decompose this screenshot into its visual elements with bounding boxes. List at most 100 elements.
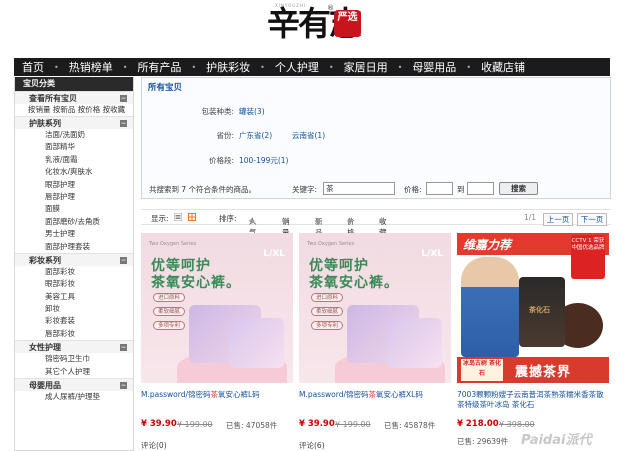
sidebar-item[interactable]: 其它个人护理 — [15, 366, 133, 378]
image-pill: 进口原料 — [153, 293, 186, 302]
collapse-icon[interactable]: − — [120, 382, 127, 390]
sidebar-cat-baby[interactable]: 母婴用品 − — [15, 378, 133, 392]
price-max-input[interactable] — [467, 182, 494, 195]
keyword-label: 关键字: — [292, 185, 318, 194]
watermark: Paidai派代 — [521, 433, 592, 448]
sidebar-cat-skincare[interactable]: 护肤系列 − — [15, 116, 133, 129]
filter-option[interactable]: 广东省(2) — [239, 130, 272, 141]
sidebar-item[interactable]: 眼部彩妆 — [15, 278, 133, 290]
product-price: ¥ 39.90 — [141, 419, 177, 429]
image-slogan: 震撼茶界 — [515, 365, 572, 380]
product-image[interactable]: Two Oxygen Series L/XL 优等呵护 茶氧安心裤。 进口原料 … — [141, 233, 293, 383]
nav-household[interactable]: 家居日用 — [344, 59, 388, 75]
product-card[interactable]: 维嘉力荐 CCTV 1 荣获中国优选品牌 茶化石 冰岛古树 茶化石 震撼茶界 7… — [457, 233, 609, 451]
sidebar-item[interactable]: 锦密码卫生巾 — [15, 353, 133, 365]
product-comments[interactable]: 评论(6) — [299, 440, 325, 451]
sidebar-item[interactable]: 成人尿裤/护理垫 — [15, 391, 133, 403]
cat-label[interactable]: 彩妆系列 — [29, 256, 61, 265]
collapse-icon[interactable]: − — [120, 256, 127, 264]
sidebar-cat-makeup[interactable]: 彩妆系列 − — [15, 252, 133, 266]
product-card[interactable]: Two Oxygen Series L/XL 优等呵护 茶氧安心裤。 进口原料 … — [299, 233, 451, 451]
sidebar-cat-feminine[interactable]: 女性护理 − — [15, 340, 133, 354]
cat-label[interactable]: 女性护理 — [29, 343, 61, 352]
header: XINYOUZHI 辛有志 ® 严选 — [0, 0, 625, 58]
toggle-icon[interactable]: − — [120, 95, 127, 102]
search-button[interactable]: 搜索 — [499, 182, 538, 195]
filter-row-province: 省份: 广东省(2) 云南省(1) — [142, 130, 610, 142]
cat-label[interactable]: 护肤系列 — [29, 119, 61, 128]
display-label: 显示: — [151, 214, 169, 223]
filter-option[interactable]: 罐装(3) — [239, 106, 265, 117]
product-image[interactable]: 维嘉力荐 CCTV 1 荣获中国优选品牌 茶化石 冰岛古树 茶化石 震撼茶界 — [457, 233, 609, 383]
cctv-badge: CCTV 1 荣获中国优选品牌 — [571, 235, 605, 279]
sidebar-view-all[interactable]: 查看所有宝贝 − — [15, 91, 133, 104]
sort-links[interactable]: 按销量 按新品 按价格 按收藏 — [15, 104, 133, 116]
next-page-button[interactable]: 下一页 — [577, 213, 607, 226]
product-comments[interactable]: 评论(0) — [141, 440, 167, 451]
sort-label: 排序: — [219, 214, 237, 223]
list-view-icon[interactable] — [174, 213, 182, 222]
image-pill: 多项专利 — [153, 321, 186, 330]
view-all-link[interactable]: 查看所有宝贝 — [29, 94, 77, 103]
image-size: L/XL — [263, 249, 285, 259]
grid-view-icon[interactable] — [188, 213, 196, 222]
nav-favorite-shop[interactable]: 收藏店铺 — [481, 59, 525, 75]
search-bar: 共搜索到 7 个符合条件的商品。 关键字: 茶 价格: 到 搜索 — [142, 179, 610, 199]
product-card[interactable]: Two Oxygen Series L/XL 优等呵护 茶氧安心裤。 进口原料 … — [141, 233, 293, 451]
filter-label: 省份: — [216, 131, 234, 140]
image-headline: 茶氧安心裤。 — [151, 275, 241, 291]
sidebar-title: 宝贝分类 — [15, 77, 133, 91]
collapse-icon[interactable]: − — [120, 344, 127, 352]
sidebar-item[interactable]: 唇部护理 — [15, 191, 133, 203]
image-size: L/XL — [421, 249, 443, 259]
sidebar-item[interactable]: 洁面/洗面奶 — [15, 129, 133, 141]
filter-title: 所有宝贝 — [148, 83, 183, 93]
sidebar-item[interactable]: 化妆水/爽肤水 — [15, 166, 133, 178]
filter-label: 包装种类: — [201, 107, 234, 116]
nav-personal-care[interactable]: 个人护理 — [275, 59, 319, 75]
package-shape — [229, 318, 284, 368]
image-pill: 多项专利 — [311, 321, 344, 330]
image-pill: 柔软细腻 — [153, 307, 186, 316]
image-tag: 冰岛古树 茶化石 — [461, 359, 503, 381]
sidebar-item[interactable]: 唇部彩妆 — [15, 328, 133, 340]
logo-seal: 严选 — [334, 10, 361, 37]
collapse-icon[interactable]: − — [120, 120, 127, 127]
filter-panel: 所有宝贝 包装种类: 罐装(3) 省份: 广东省(2) 云南省(1) 价格段: … — [141, 77, 611, 199]
price-to-label: 到 — [457, 185, 465, 194]
sidebar-item[interactable]: 面膜 — [15, 203, 133, 215]
filter-option[interactable]: 100-199元(1) — [239, 155, 288, 166]
brand-logo[interactable]: XINYOUZHI 辛有志 ® 严选 — [267, 3, 362, 50]
price-min-input[interactable] — [426, 182, 453, 195]
nav-home[interactable]: 首页 — [22, 59, 44, 75]
filter-option[interactable]: 云南省(1) — [292, 130, 325, 141]
sidebar-item[interactable]: 面部精华 — [15, 141, 133, 153]
prev-page-button[interactable]: 上一页 — [543, 213, 573, 226]
sidebar-item[interactable]: 彩妆套装 — [15, 315, 133, 327]
sidebar-item[interactable]: 眼部护理 — [15, 179, 133, 191]
nav-all-products[interactable]: 所有产品 — [137, 59, 181, 75]
product-title[interactable]: M.password/锦密码茶氧安心裤XL码 — [299, 390, 451, 400]
nav-skincare[interactable]: 护肤彩妆 — [206, 59, 250, 75]
nav-baby[interactable]: 母婴用品 — [412, 59, 456, 75]
product-old-price: ¥ 199.00 — [177, 420, 213, 429]
product-image[interactable]: Two Oxygen Series L/XL 优等呵护 茶氧安心裤。 进口原料 … — [299, 233, 451, 383]
product-title[interactable]: M.password/锦密码茶氧安心裤L码 — [141, 390, 293, 400]
product-title[interactable]: 7003颗颗粉嫂子云南普洱茶熟茶糯米香茶散 茶特级茶叶冰岛 茶化石 — [457, 390, 609, 410]
keyword-input[interactable]: 茶 — [323, 182, 395, 195]
sidebar-item[interactable]: 男士护理 — [15, 228, 133, 240]
main-content: 所有宝贝 包装种类: 罐装(3) 省份: 广东省(2) 云南省(1) 价格段: … — [141, 77, 611, 451]
product-sold: 已售: 29639件 — [457, 437, 509, 446]
sidebar-item[interactable]: 面部磨砂/去角质 — [15, 216, 133, 228]
reg-mark: ® — [327, 4, 334, 12]
product-old-price: ¥ 398.00 — [499, 420, 535, 429]
endorser-shape — [461, 257, 519, 357]
sidebar-item[interactable]: 乳液/面霜 — [15, 154, 133, 166]
cat-label[interactable]: 母婴用品 — [29, 381, 61, 390]
sidebar-item[interactable]: 卸妆 — [15, 303, 133, 315]
sidebar-item[interactable]: 面部彩妆 — [15, 266, 133, 278]
sidebar-item[interactable]: 美容工具 — [15, 291, 133, 303]
nav-hot[interactable]: 热销榜单 — [69, 59, 113, 75]
sidebar-item[interactable]: 面部护理套装 — [15, 241, 133, 253]
banner-text: 维嘉力荐 — [463, 238, 512, 252]
